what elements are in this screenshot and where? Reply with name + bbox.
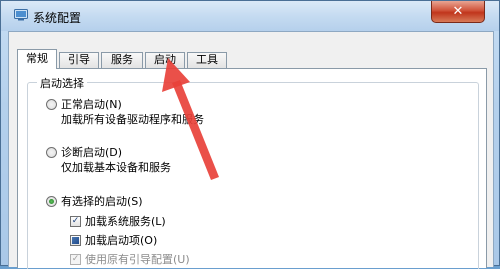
radio-button[interactable]	[46, 98, 57, 110]
checkmark-icon[interactable]: ✓	[70, 215, 81, 227]
load-system-services-label: 加载系统服务(L)	[85, 215, 166, 228]
system-config-window: 系统配置 ✕ 常规 引导 服务 启动 工具 启动选择 正常启动(N) 加载所有设…	[0, 0, 500, 269]
tab-services[interactable]: 服务	[101, 52, 143, 68]
selective-startup-radio[interactable]: 有选择的启动(S)	[46, 193, 143, 209]
tab-boot[interactable]: 引导	[59, 52, 99, 68]
load-startup-items-label: 加载启动项(O)	[85, 234, 158, 247]
general-tab-panel: 启动选择 正常启动(N) 加载所有设备驱动程序和服务 诊断启动(D) 仅加载基本…	[17, 68, 487, 269]
tab-general[interactable]: 常规	[17, 49, 57, 69]
tab-tools[interactable]: 工具	[187, 52, 227, 68]
normal-startup-radio[interactable]: 正常启动(N)	[46, 96, 122, 112]
radio-button-selected[interactable]	[46, 195, 57, 207]
dialog-body: 常规 引导 服务 启动 工具 启动选择 正常启动(N) 加载所有设备驱动程序和服…	[8, 31, 494, 269]
title-bar[interactable]: 系统配置 ✕	[1, 1, 499, 31]
selective-startup-label: 有选择的启动(S)	[61, 195, 143, 208]
startup-selection-group: 启动选择 正常启动(N) 加载所有设备驱动程序和服务 诊断启动(D) 仅加载基本…	[27, 75, 479, 269]
load-system-services-checkbox[interactable]: ✓ 加载系统服务(L)	[70, 213, 166, 229]
close-button[interactable]: ✕	[431, 1, 485, 23]
diagnostic-startup-description: 仅加载基本设备和服务	[61, 161, 171, 174]
tab-startup[interactable]: 启动	[145, 52, 185, 68]
load-startup-items-checkbox[interactable]: 加载启动项(O)	[70, 232, 157, 248]
system-config-app-icon	[14, 9, 28, 21]
radio-button[interactable]	[46, 146, 57, 158]
window-title: 系统配置	[33, 11, 82, 25]
indeterminate-check-icon[interactable]	[70, 234, 81, 246]
use-original-boot-config-checkbox: ✓ 使用原有引导配置(U)	[70, 251, 190, 267]
group-legend: 启动选择	[37, 75, 87, 91]
close-icon: ✕	[452, 4, 464, 19]
diagnostic-startup-label: 诊断启动(D)	[61, 146, 123, 159]
normal-startup-label: 正常启动(N)	[61, 98, 122, 111]
diagnostic-startup-radio[interactable]: 诊断启动(D)	[46, 144, 122, 160]
use-original-boot-config-label: 使用原有引导配置(U)	[85, 253, 190, 266]
checkmark-icon: ✓	[70, 253, 81, 265]
normal-startup-description: 加载所有设备驱动程序和服务	[61, 113, 204, 126]
